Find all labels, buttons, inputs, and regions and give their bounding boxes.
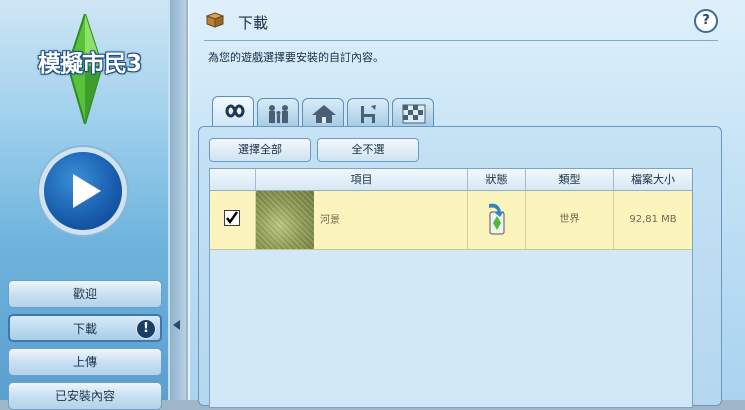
collapse-strip[interactable] <box>170 0 186 400</box>
nav-uploads[interactable]: 上傳 <box>8 348 162 376</box>
table-row[interactable]: 河景 世界 92,81 MB <box>210 191 692 250</box>
sidebar: 模擬市民3 歡迎 下載 ! 上傳 已安裝內容 <box>0 0 170 410</box>
chair-icon <box>361 105 376 123</box>
title-divider <box>204 40 718 41</box>
tab-patterns[interactable] <box>392 98 434 127</box>
package-icon <box>206 12 224 28</box>
game-logo-text: 模擬市民3 <box>38 51 142 77</box>
select-none-label: 全不選 <box>351 143 385 156</box>
tab-lots[interactable] <box>302 98 344 127</box>
alert-icon: ! <box>136 319 156 339</box>
column-header-checkbox[interactable] <box>210 169 256 190</box>
content-table: 項目 狀態 類型 檔案大小 河景 世界 92,81 MB <box>209 168 693 408</box>
installer-icon <box>489 203 505 235</box>
play-button[interactable] <box>44 152 122 230</box>
type-cell: 世界 <box>526 191 614 249</box>
nav-downloads[interactable]: 下載 ! <box>8 314 162 342</box>
tab-objects[interactable] <box>347 98 389 127</box>
status-cell <box>468 191 526 249</box>
column-header-item[interactable]: 項目 <box>256 169 468 190</box>
column-header-status[interactable]: 狀態 <box>468 169 526 190</box>
select-none-button[interactable]: 全不選 <box>317 138 419 162</box>
select-all-label: 選擇全部 <box>238 143 282 156</box>
item-name: 河景 <box>320 215 340 226</box>
checkmark-icon <box>226 211 238 225</box>
infinity-icon <box>225 104 245 118</box>
table-header: 項目 狀態 類型 檔案大小 <box>210 169 692 191</box>
item-thumbnail <box>256 191 314 249</box>
column-header-size[interactable]: 檔案大小 <box>614 169 692 190</box>
nav-welcome[interactable]: 歡迎 <box>8 280 162 308</box>
nav-uploads-label: 上傳 <box>72 355 97 369</box>
main-panel: 下載 ? 為您的遊戲選擇要安裝的自訂內容。 選擇全部 全不選 項目 狀態 類型 … <box>188 0 745 408</box>
item-cell: 河景 <box>256 191 468 249</box>
play-icon <box>73 174 101 208</box>
tab-sims[interactable] <box>257 98 299 127</box>
house-icon <box>312 105 336 123</box>
page-subtitle: 為您的遊戲選擇要安裝的自訂內容。 <box>208 51 384 64</box>
content-pane: 選擇全部 全不選 項目 狀態 類型 檔案大小 河景 世界 92,81 MB <box>198 126 722 408</box>
page-title: 下載 <box>238 14 269 32</box>
tab-all[interactable] <box>212 96 254 127</box>
family-icon <box>269 105 288 123</box>
collapse-arrow-icon[interactable] <box>173 320 180 330</box>
pattern-icon <box>402 104 426 124</box>
nav-welcome-label: 歡迎 <box>72 287 97 301</box>
nav-installed-label: 已安裝內容 <box>54 389 115 403</box>
nav-downloads-label: 下載 <box>72 322 97 336</box>
size-cell: 92,81 MB <box>629 214 677 225</box>
row-checkbox[interactable] <box>224 210 240 226</box>
help-button[interactable]: ? <box>694 9 718 33</box>
checkbox-cell <box>210 191 256 249</box>
nav-installed-content[interactable]: 已安裝內容 <box>8 382 162 410</box>
column-header-type[interactable]: 類型 <box>526 169 614 190</box>
select-all-button[interactable]: 選擇全部 <box>209 138 311 162</box>
